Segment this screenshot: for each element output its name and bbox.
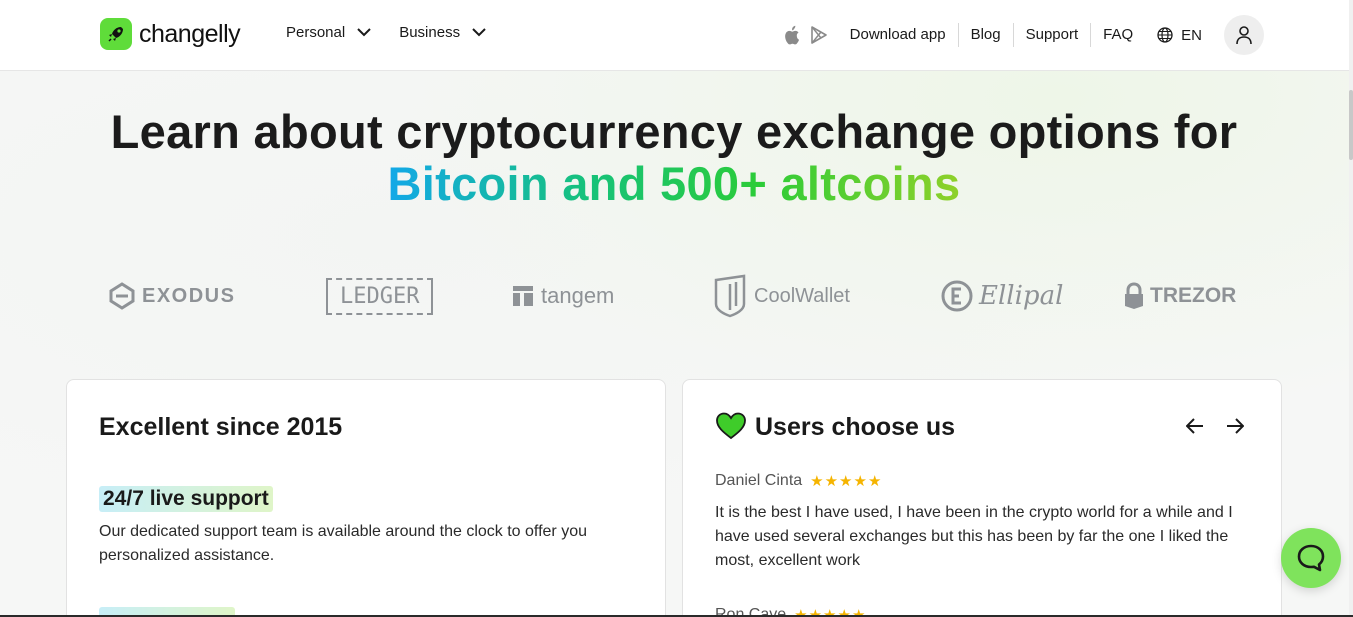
hero-title-line1: Learn about cryptocurrency exchange opti… [110,105,1238,158]
nav-personal-dropdown[interactable]: Personal [286,24,371,41]
reviews-card: Users choose us Daniel Cinta ★★★★★ It is… [682,379,1282,617]
header-actions: Download app Blog Support FAQ EN [782,15,1264,55]
green-heart-icon [716,412,746,440]
feature-description: Our dedicated support team is available … [99,523,587,564]
wallet-coolwallet[interactable]: CoolWallet [712,272,850,320]
wallet-coolwallet-label: CoolWallet [754,284,850,307]
scrollbar-thumb[interactable] [1349,90,1353,160]
ellipal-logo-icon [941,280,973,312]
previous-review-button[interactable] [1185,416,1205,436]
globe-icon [1157,27,1173,43]
wallet-tangem-label: tangem [541,283,615,308]
wallet-trezor-label: TREZOR [1150,284,1237,307]
review-carousel-controls [1185,416,1245,436]
apple-icon[interactable] [782,25,800,45]
support-link[interactable]: Support [1014,23,1092,47]
arrow-left-icon [1186,418,1203,434]
next-review-button[interactable] [1225,416,1245,436]
faq-link[interactable]: FAQ [1091,23,1145,47]
page-scrollbar[interactable] [1349,0,1353,617]
live-chat-button[interactable] [1281,528,1341,588]
lock-icon [1125,282,1143,309]
language-label: EN [1181,26,1202,44]
user-icon [1236,26,1252,45]
review-text: It is the best I have used, I have been … [715,504,1233,569]
feature-title: 24/7 live support [99,486,273,512]
rocket-icon [100,18,132,50]
google-play-icon[interactable] [810,26,828,44]
exodus-logo-icon [109,282,135,310]
chevron-down-icon [357,28,371,37]
coolwallet-shield-icon [714,274,746,318]
review-item: Daniel Cinta ★★★★★ [715,472,882,490]
wallet-exodus[interactable]: EXODUS [108,272,235,320]
user-account-button[interactable] [1224,15,1264,55]
site-header: changelly Personal Business Download app… [0,0,1353,71]
blog-link[interactable]: Blog [959,23,1014,47]
brand-logo[interactable]: changelly [100,18,241,50]
wallet-ledger[interactable]: LEDGER [326,272,434,320]
wallet-ledger-label: LEDGER [326,277,434,315]
hero-title-line2: Bitcoin and 500+ altcoins [387,157,961,210]
star-rating: ★★★★★ [810,473,883,490]
store-icons [782,25,828,45]
arrow-right-icon [1227,418,1244,434]
wallet-tangem[interactable]: tangem [513,272,614,320]
download-app-link[interactable]: Download app [838,23,959,47]
language-selector[interactable]: EN [1145,27,1214,44]
wallet-trezor[interactable]: TREZOR [1124,272,1236,320]
excellence-card: Excellent since 2015 24/7 live support O… [66,379,666,617]
chevron-down-icon [472,28,486,37]
chat-bubble-icon [1297,544,1325,572]
wallet-exodus-label: EXODUS [142,284,236,307]
nav-business-label: Business [399,24,461,41]
hero-heading: Learn about cryptocurrency exchange opti… [0,106,1348,210]
nav-personal-label: Personal [286,24,346,41]
main-nav: Personal Business [286,24,486,41]
wallet-ellipal-label: Ellipal [979,281,1064,311]
nav-business-dropdown[interactable]: Business [399,24,486,41]
tangem-logo-icon [513,286,533,306]
excellence-card-title: Excellent since 2015 [99,413,343,441]
wallet-partners: EXODUS LEDGER tangem CoolWallet Ellipal … [0,272,1353,320]
reviews-card-title: Users choose us [755,413,956,441]
review-author-name: Daniel Cinta [715,472,803,489]
wallet-ellipal[interactable]: Ellipal [941,272,1063,320]
brand-name: changelly [139,19,241,48]
